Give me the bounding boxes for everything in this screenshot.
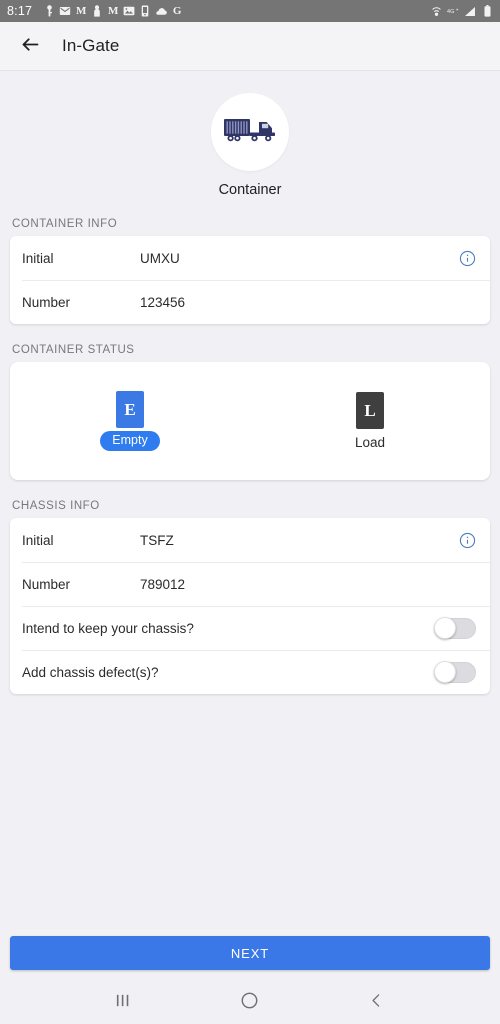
signal-icon <box>464 5 476 17</box>
container-number-row[interactable]: Number 123456 <box>10 280 490 324</box>
container-info-heading: CONTAINER INFO <box>12 218 118 230</box>
hero-avatar <box>211 93 289 171</box>
lte-icon: 4G <box>447 5 459 17</box>
status-clock: 8:17 <box>7 3 33 18</box>
status-label-load: Load <box>354 434 386 450</box>
chassis-number-row[interactable]: Number 789012 <box>10 562 490 606</box>
cloud-icon <box>155 5 167 17</box>
person-icon <box>91 5 103 17</box>
info-icon[interactable] <box>458 249 476 267</box>
hero-label: Container <box>218 182 282 198</box>
status-bar: 8:17 M M G 4G <box>0 0 500 22</box>
keep-chassis-toggle[interactable] <box>434 617 476 639</box>
phone-screen: 8:17 M M G 4G In-Gate Container CONTAINE… <box>0 0 500 1024</box>
container-number-label: Number <box>22 294 71 310</box>
toggle-knob <box>434 617 456 639</box>
status-label-empty: Empty <box>100 430 160 452</box>
status-bar-left: 8:17 M M G <box>7 5 430 18</box>
info-icon[interactable] <box>458 531 476 549</box>
gmail-icon: M <box>75 4 87 17</box>
mail-icon <box>59 5 71 17</box>
page-title: In-Gate <box>62 36 120 55</box>
container-info-section: CONTAINER INFO Initial UMXU Number 12345… <box>0 218 500 324</box>
keep-chassis-label: Intend to keep your chassis? <box>22 620 194 636</box>
chassis-initial-row[interactable]: Initial TSFZ <box>10 518 490 562</box>
next-button[interactable]: NEXT <box>10 936 490 970</box>
app-bar: In-Gate <box>0 22 500 71</box>
chassis-defects-toggle[interactable] <box>434 661 476 683</box>
arrow-left-icon <box>20 34 41 58</box>
android-nav-bar <box>0 980 500 1024</box>
recents-button[interactable] <box>104 983 142 1021</box>
key-icon <box>43 5 55 17</box>
chassis-number-label: Number <box>22 576 71 592</box>
back-button[interactable] <box>16 32 44 60</box>
container-status-section: CONTAINER STATUS E Empty L Load <box>0 344 500 480</box>
google-g-icon: G <box>172 4 182 17</box>
back-chevron-icon <box>368 992 385 1012</box>
device-icon <box>139 5 151 17</box>
battery-icon <box>481 5 493 17</box>
home-button[interactable] <box>231 983 269 1021</box>
status-code-empty: E <box>116 390 144 428</box>
chassis-info-heading: CHASSIS INFO <box>12 500 100 512</box>
chassis-defects-row[interactable]: Add chassis defect(s)? <box>10 650 490 694</box>
status-option-load[interactable]: L Load <box>250 391 490 451</box>
svg-text:4G: 4G <box>447 8 454 14</box>
container-initial-row[interactable]: Initial UMXU <box>10 236 490 280</box>
recents-icon <box>115 992 132 1012</box>
hero-section: Container <box>0 71 500 198</box>
chassis-info-card: Initial TSFZ Number 789012 Intend to kee… <box>10 518 490 694</box>
main-content: Container CONTAINER INFO Initial UMXU Nu… <box>0 71 500 936</box>
status-bar-right: 4G <box>430 5 493 17</box>
container-status-heading: CONTAINER STATUS <box>12 344 135 356</box>
status-option-empty[interactable]: E Empty <box>10 390 250 452</box>
chassis-number-value: 789012 <box>140 576 186 592</box>
keep-chassis-row[interactable]: Intend to keep your chassis? <box>10 606 490 650</box>
container-number-value: 123456 <box>140 294 186 310</box>
toggle-knob <box>434 661 456 683</box>
container-initial-value: UMXU <box>140 250 180 266</box>
gmail-icon: M <box>107 4 119 17</box>
status-code-load: L <box>356 391 384 429</box>
container-initial-label: Initial <box>22 250 54 266</box>
back-nav-button[interactable] <box>358 983 396 1021</box>
vpn-icon <box>430 5 442 17</box>
container-info-card: Initial UMXU Number 123456 <box>10 236 490 324</box>
photos-icon <box>123 5 135 17</box>
home-icon <box>240 991 259 1013</box>
container-status-card: E Empty L Load <box>10 362 490 480</box>
bottom-action-bar: NEXT <box>0 936 500 980</box>
chassis-initial-label: Initial <box>22 532 54 548</box>
chassis-defects-label: Add chassis defect(s)? <box>22 664 159 680</box>
container-truck-icon <box>223 113 277 152</box>
chassis-info-section: CHASSIS INFO Initial TSFZ Number 789012 … <box>0 500 500 694</box>
chassis-initial-value: TSFZ <box>140 532 174 548</box>
